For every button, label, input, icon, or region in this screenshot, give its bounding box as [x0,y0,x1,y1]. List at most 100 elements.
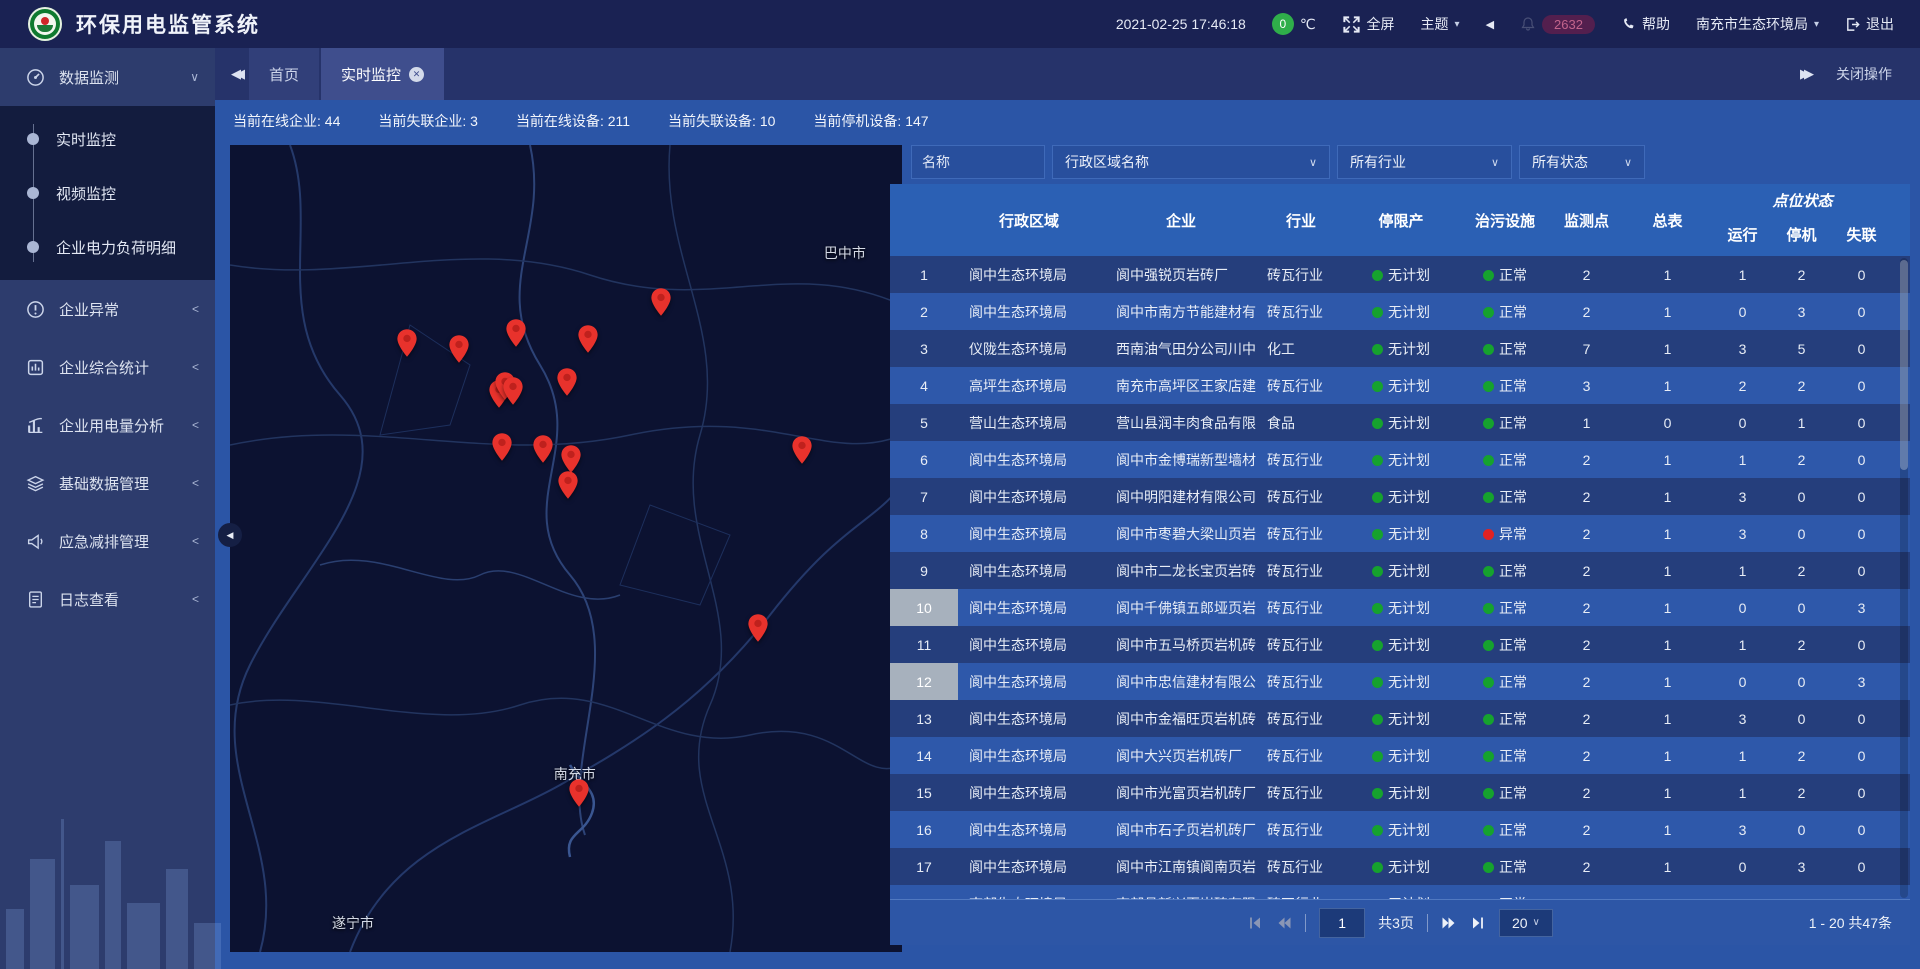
sidebar-item-企业异常[interactable]: 企业异常 < [0,280,215,338]
plan-text: 无计划 [1388,674,1430,690]
sidebar-item-日志查看[interactable]: 日志查看 < [0,570,215,628]
stat-value: 44 [325,113,341,129]
table-row[interactable]: 1 阆中生态环境局 阆中强锐页岩砖厂 砖瓦行业 无计划 正常 2 1 1 2 0 [890,256,1910,293]
row-production-plan: 无计划 [1340,783,1462,803]
map-marker-icon[interactable] [396,328,418,358]
map-marker-icon[interactable] [577,324,599,354]
sidebar-subitem-企业电力负荷明细[interactable]: 企业电力负荷明细 [0,220,215,274]
column-header: 企业 [1100,184,1262,256]
table-row[interactable]: 9 阆中生态环境局 阆中市二龙长宝页岩砖 砖瓦行业 无计划 正常 2 1 1 2… [890,552,1910,589]
row-district: 阆中生态环境局 [958,561,1100,581]
previous-page-icon[interactable] [1276,915,1292,931]
map-marker-icon[interactable] [556,367,578,397]
row-total-meters: 1 [1625,748,1710,764]
facility-text: 正常 [1499,822,1527,838]
gis-map[interactable]: 巴中市 南充市 遂宁市 [230,145,902,952]
tab-实时监控[interactable]: 实时监控 ✕ [321,48,444,100]
row-pollution-facility: 正常 [1462,709,1548,729]
first-page-icon[interactable] [1247,915,1263,931]
row-district: 阆中生态环境局 [958,598,1100,618]
tabs-scroll-right-icon[interactable]: ▶▶ [1800,66,1808,82]
map-marker-icon[interactable] [650,287,672,317]
fullscreen-button[interactable]: 全屏 [1342,14,1395,34]
row-company: 阆中市江南镇阆南页岩 [1100,857,1262,877]
theme-dropdown[interactable]: 主题▾ [1421,14,1460,34]
table-row[interactable]: 6 阆中生态环境局 阆中市金博瑞新型墙材 砖瓦行业 无计划 正常 2 1 1 2… [890,441,1910,478]
row-stopped-count: 3 [1775,304,1828,320]
org-dropdown[interactable]: 南充市生态环境局▾ [1696,14,1819,34]
close-operations-button[interactable]: 关闭操作 [1836,64,1892,84]
logout-button[interactable]: 退出 [1845,14,1894,34]
top-bar: 环保用电监管系统 2021-02-25 17:46:18 0 ℃ 全屏 主题▾ … [0,0,1920,48]
bullet-icon [27,133,39,145]
table-row[interactable]: 11 阆中生态环境局 阆中市五马桥页岩机砖 砖瓦行业 无计划 正常 2 1 1 … [890,626,1910,663]
tab-首页[interactable]: 首页 [249,48,319,100]
row-running-count: 3 [1710,489,1775,505]
table-row[interactable]: 8 阆中生态环境局 阆中市枣碧大梁山页岩 砖瓦行业 无计划 异常 2 1 3 0… [890,515,1910,552]
tabs-scroll-left-icon[interactable]: ◀◀ [215,66,249,82]
page-size-select[interactable]: 20∨ [1499,909,1553,937]
sidebar-item-应急减排管理[interactable]: 应急减排管理 < [0,512,215,570]
map-marker-icon[interactable] [791,435,813,465]
notification-badge[interactable]: 2632 [1520,15,1595,34]
map-marker-icon[interactable] [491,432,513,462]
sidebar-item-企业综合统计[interactable]: 企业综合统计 < [0,338,215,396]
table-row[interactable]: 4 高坪生态环境局 南充市高坪区王家店建 砖瓦行业 无计划 正常 3 1 2 2… [890,367,1910,404]
page-number-input[interactable] [1319,908,1365,938]
industry-select[interactable]: 所有行业∨ [1337,145,1512,179]
row-stopped-count: 1 [1775,415,1828,431]
last-page-icon[interactable] [1470,915,1486,931]
row-pollution-facility: 正常 [1462,857,1548,877]
next-page-icon[interactable] [1441,915,1457,931]
status-dot-icon [1483,381,1494,392]
status-dot-icon [1483,566,1494,577]
row-offline-count: 0 [1828,785,1895,801]
status-select[interactable]: 所有状态∨ [1519,145,1645,179]
table-row[interactable]: 7 阆中生态环境局 阆中明阳建材有限公司 砖瓦行业 无计划 正常 2 1 3 0… [890,478,1910,515]
map-marker-icon[interactable] [448,334,470,364]
row-offline-count: 0 [1828,637,1895,653]
region-select[interactable]: 行政区域名称∨ [1052,145,1330,179]
table-row[interactable]: 3 仪陇生态环境局 西南油气田分公司川中 化工 无计划 正常 7 1 3 5 0 [890,330,1910,367]
sidebar-subitem-视频监控[interactable]: 视频监控 [0,166,215,220]
datetime: 2021-02-25 17:46:18 [1116,16,1246,32]
row-district: 阆中生态环境局 [958,487,1100,507]
table-row[interactable]: 12 阆中生态环境局 阆中市忠信建材有限公 砖瓦行业 无计划 正常 2 1 0 … [890,663,1910,700]
announcement-toggle[interactable]: ◀ [1486,18,1494,31]
map-marker-icon[interactable] [532,434,554,464]
tab-close-icon[interactable]: ✕ [409,67,424,82]
table-row[interactable]: 16 阆中生态环境局 阆中市石子页岩机砖厂 砖瓦行业 无计划 正常 2 1 3 … [890,811,1910,848]
table-scrollbar-thumb[interactable] [1900,260,1908,470]
row-offline-count: 0 [1828,415,1895,431]
table-row[interactable]: 13 阆中生态环境局 阆中市金福旺页岩机砖 砖瓦行业 无计划 正常 2 1 3 … [890,700,1910,737]
row-offline-count: 0 [1828,341,1895,357]
name-search-input[interactable] [911,145,1045,179]
map-marker-icon[interactable] [747,613,769,643]
sidebar-item-企业用电量分析[interactable]: 企业用电量分析 < [0,396,215,454]
row-company: 阆中市石子页岩机砖厂 [1100,820,1262,840]
sidebar-item-基础数据管理[interactable]: 基础数据管理 < [0,454,215,512]
table-row[interactable]: 17 阆中生态环境局 阆中市江南镇阆南页岩 砖瓦行业 无计划 正常 2 1 0 … [890,848,1910,885]
row-stopped-count: 0 [1775,711,1828,727]
table-row[interactable]: 14 阆中生态环境局 阆中大兴页岩机砖厂 砖瓦行业 无计划 正常 2 1 1 2… [890,737,1910,774]
row-production-plan: 无计划 [1340,413,1462,433]
table-row[interactable]: 18 南部生态环境局 南部县新兴页岩砖有限 砖瓦行业 无计划 正常 2 1 0 … [890,885,1910,900]
map-marker-icon[interactable] [568,778,590,808]
sidebar-item-数据监测[interactable]: 数据监测 ∨ [0,48,215,106]
table-row[interactable]: 15 阆中生态环境局 阆中市光富页岩机砖厂 砖瓦行业 无计划 正常 2 1 1 … [890,774,1910,811]
table-row[interactable]: 5 营山生态环境局 营山县润丰肉食品有限 食品 无计划 正常 1 0 0 1 0 [890,404,1910,441]
chevron-down-icon: ∨ [1533,917,1540,928]
table-row[interactable]: 2 阆中生态环境局 阆中市南方节能建材有 砖瓦行业 无计划 正常 2 1 0 3… [890,293,1910,330]
table-row[interactable]: 10 阆中生态环境局 阆中千佛镇五郎垭页岩 砖瓦行业 无计划 正常 2 1 0 … [890,589,1910,626]
facility-text: 正常 [1499,674,1527,690]
row-offline-count: 0 [1828,526,1895,542]
sidebar-subitem-实时监控[interactable]: 实时监控 [0,112,215,166]
map-panel-collapse-button[interactable]: ◀ [218,523,242,547]
map-marker-icon[interactable] [505,318,527,348]
row-pollution-facility: 正常 [1462,339,1548,359]
map-marker-icon[interactable] [502,376,524,406]
sidebar-subitem-label: 视频监控 [56,183,116,204]
map-marker-icon[interactable] [557,470,579,500]
row-index: 14 [890,737,958,774]
help-button[interactable]: 帮助 [1621,14,1670,34]
